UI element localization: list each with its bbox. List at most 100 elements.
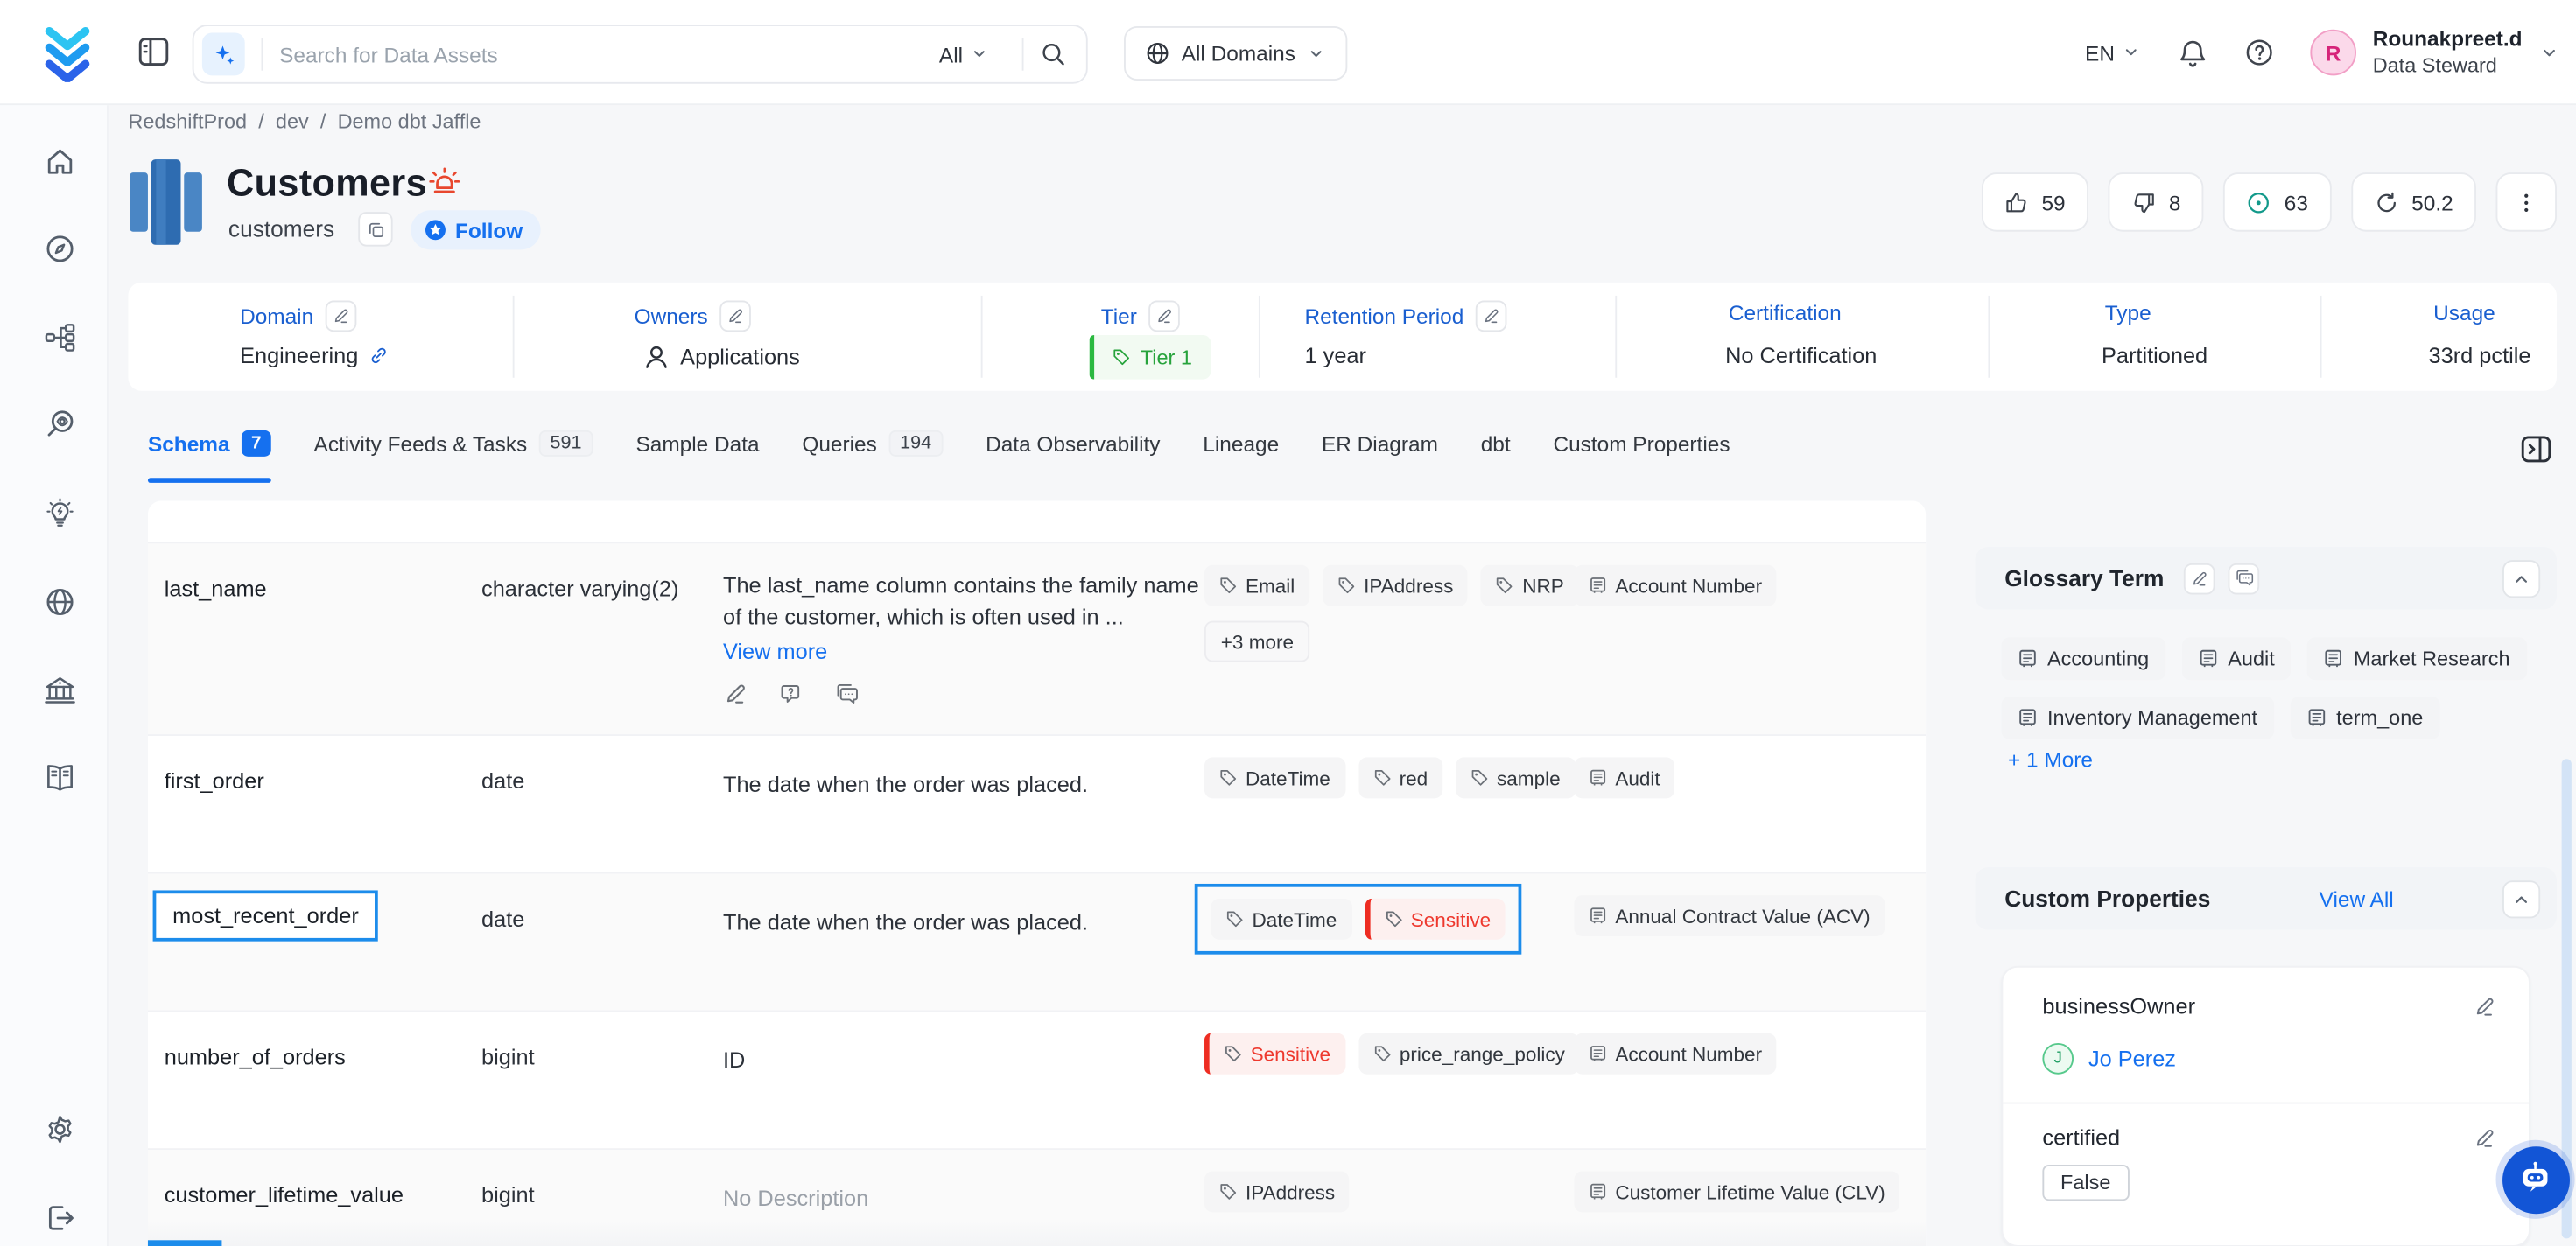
language-selector[interactable]: EN — [2085, 40, 2141, 65]
breadcrumb-service[interactable]: RedshiftProd — [128, 110, 247, 133]
edit-owners-button[interactable] — [719, 301, 751, 332]
breadcrumb-schema[interactable]: Demo dbt Jaffle — [338, 110, 481, 133]
downvote-button[interactable]: 8 — [2108, 172, 2203, 232]
breadcrumb-database[interactable]: dev — [276, 110, 309, 133]
view-more-link[interactable]: View more — [723, 635, 1216, 667]
sensitive-tag-chip[interactable]: Sensitive — [1365, 899, 1506, 940]
column-name[interactable]: last_name — [165, 577, 267, 601]
tag-chip[interactable]: DateTime — [1211, 899, 1352, 940]
tag-chip[interactable]: sample — [1456, 757, 1575, 798]
app-logo[interactable] — [43, 26, 92, 82]
all-domains-dropdown[interactable]: All Domains — [1124, 26, 1348, 80]
glossary-conversation-button[interactable] — [2229, 563, 2260, 594]
insights-bulb-icon[interactable] — [43, 496, 77, 530]
highlighted-column-name[interactable]: most_recent_order — [153, 890, 379, 941]
tag-chip[interactable]: IPAddress — [1323, 565, 1468, 606]
help-icon[interactable] — [2244, 38, 2274, 67]
glossary-more-link[interactable]: + 1 More — [2008, 747, 2093, 772]
tag-icon — [1219, 577, 1238, 595]
tag-chip[interactable]: NRP — [1481, 565, 1578, 606]
logout-icon[interactable] — [43, 1200, 77, 1235]
table-row[interactable]: last_name character varying(2) The last_… — [148, 543, 1926, 736]
glossary-term-chip[interactable]: Customer Lifetime Value (CLV) — [1574, 1171, 1899, 1212]
request-description-icon[interactable] — [779, 682, 804, 706]
edit-tier-button[interactable] — [1148, 301, 1180, 332]
user-avatar[interactable]: R — [2310, 30, 2356, 76]
sidebar-toggle-icon[interactable] — [135, 33, 172, 71]
collapse-custom-properties-button[interactable] — [2502, 879, 2540, 917]
upvote-button[interactable]: 59 — [1981, 172, 2088, 232]
explore-compass-icon[interactable] — [43, 232, 77, 266]
owners-value[interactable]: Applications — [680, 345, 800, 369]
table-row[interactable]: number_of_orders bigint ID Sensitive pri… — [148, 1012, 1926, 1150]
glossary-term-chip[interactable]: Market Research — [2307, 637, 2526, 680]
tag-chip[interactable]: red — [1358, 757, 1442, 798]
edit-retention-button[interactable] — [1475, 301, 1506, 332]
search-icon[interactable] — [1040, 41, 1066, 67]
glossary-term-chip[interactable]: Audit — [2182, 637, 2292, 680]
quality-score-button[interactable]: 63 — [2223, 172, 2331, 232]
edit-property-icon[interactable] — [2473, 995, 2495, 1018]
glossary-book-icon[interactable] — [43, 760, 77, 794]
search-input[interactable] — [279, 42, 939, 66]
tier-chip[interactable]: Tier 1 — [1090, 335, 1211, 380]
tag-chip[interactable]: price_range_policy — [1358, 1033, 1580, 1074]
glossary-term-chip[interactable]: Inventory Management — [2001, 696, 2273, 739]
column-name[interactable]: customer_lifetime_value — [165, 1183, 404, 1208]
glossary-term-chip[interactable]: Account Number — [1574, 565, 1777, 606]
highlighted-tags-box[interactable]: DateTime Sensitive — [1195, 884, 1522, 955]
table-row[interactable]: first_order date The date when the order… — [148, 736, 1926, 874]
property-value[interactable]: Jo Perez — [2088, 1046, 2176, 1071]
more-options-button[interactable] — [2496, 172, 2557, 232]
tag-chip[interactable]: DateTime — [1204, 757, 1345, 798]
usage-score-button[interactable]: 50.2 — [2351, 172, 2476, 232]
view-all-link[interactable]: View All — [2320, 886, 2394, 911]
tab-custom-properties[interactable]: Custom Properties — [1553, 431, 1730, 463]
user-menu[interactable]: R Rounakpreet.d Data Steward — [2310, 26, 2559, 79]
edit-description-icon[interactable] — [723, 682, 748, 706]
tab-activity-feeds[interactable]: Activity Feeds & Tasks 591 — [314, 430, 593, 464]
tag-chip[interactable]: IPAddress — [1204, 1171, 1350, 1212]
edit-domain-button[interactable] — [325, 301, 356, 332]
chatbot-button[interactable] — [2496, 1140, 2575, 1219]
glossary-term-chip[interactable]: Account Number — [1574, 1033, 1777, 1074]
home-icon[interactable] — [43, 144, 77, 178]
conversation-icon[interactable] — [835, 682, 860, 706]
copy-name-button[interactable] — [358, 212, 392, 246]
tab-dbt[interactable]: dbt — [1481, 431, 1511, 463]
glossary-term-chip[interactable]: term_one — [2291, 696, 2439, 739]
notifications-bell-icon[interactable] — [2177, 37, 2208, 68]
tab-data-observability[interactable]: Data Observability — [986, 431, 1160, 463]
table-row-highlighted[interactable]: most_recent_order date The date when the… — [148, 874, 1926, 1012]
ai-sparkle-icon[interactable] — [202, 33, 245, 76]
column-name[interactable]: first_order — [165, 769, 264, 794]
edit-property-icon[interactable] — [2473, 1126, 2495, 1149]
domains-globe-icon[interactable] — [43, 584, 77, 619]
collapse-right-panel-icon[interactable] — [2517, 430, 2555, 468]
tab-er-diagram[interactable]: ER Diagram — [1322, 431, 1438, 463]
glossary-term-chip[interactable]: Accounting — [2001, 637, 2165, 680]
lineage-network-icon[interactable] — [43, 320, 77, 354]
global-search-bar[interactable]: All — [193, 24, 1088, 84]
alert-siren-icon[interactable] — [427, 166, 461, 200]
tab-sample-data[interactable]: Sample Data — [635, 431, 759, 463]
property-value-user[interactable]: J Jo Perez — [2042, 1043, 2176, 1074]
domain-value[interactable]: Engineering — [240, 343, 358, 368]
tag-chip[interactable]: Email — [1204, 565, 1309, 606]
search-scope-dropdown[interactable]: All — [939, 42, 989, 66]
discovery-search-eye-icon[interactable] — [43, 408, 77, 442]
settings-gear-icon[interactable] — [43, 1112, 77, 1146]
tab-schema[interactable]: Schema 7 — [148, 430, 271, 464]
column-name[interactable]: number_of_orders — [165, 1045, 346, 1069]
link-icon[interactable] — [369, 345, 390, 366]
edit-glossary-terms-button[interactable] — [2184, 563, 2215, 594]
glossary-term-chip[interactable]: Annual Contract Value (ACV) — [1574, 895, 1885, 936]
glossary-term-chip[interactable]: Audit — [1574, 757, 1674, 798]
follow-button[interactable]: Follow — [411, 210, 541, 249]
tab-queries[interactable]: Queries 194 — [802, 430, 943, 464]
sensitive-tag-chip[interactable]: Sensitive — [1204, 1033, 1345, 1074]
tab-lineage[interactable]: Lineage — [1203, 431, 1279, 463]
more-tags-chip[interactable]: +3 more — [1204, 621, 1310, 662]
collapse-glossary-panel-button[interactable] — [2502, 559, 2540, 597]
governance-bank-icon[interactable] — [43, 674, 77, 708]
